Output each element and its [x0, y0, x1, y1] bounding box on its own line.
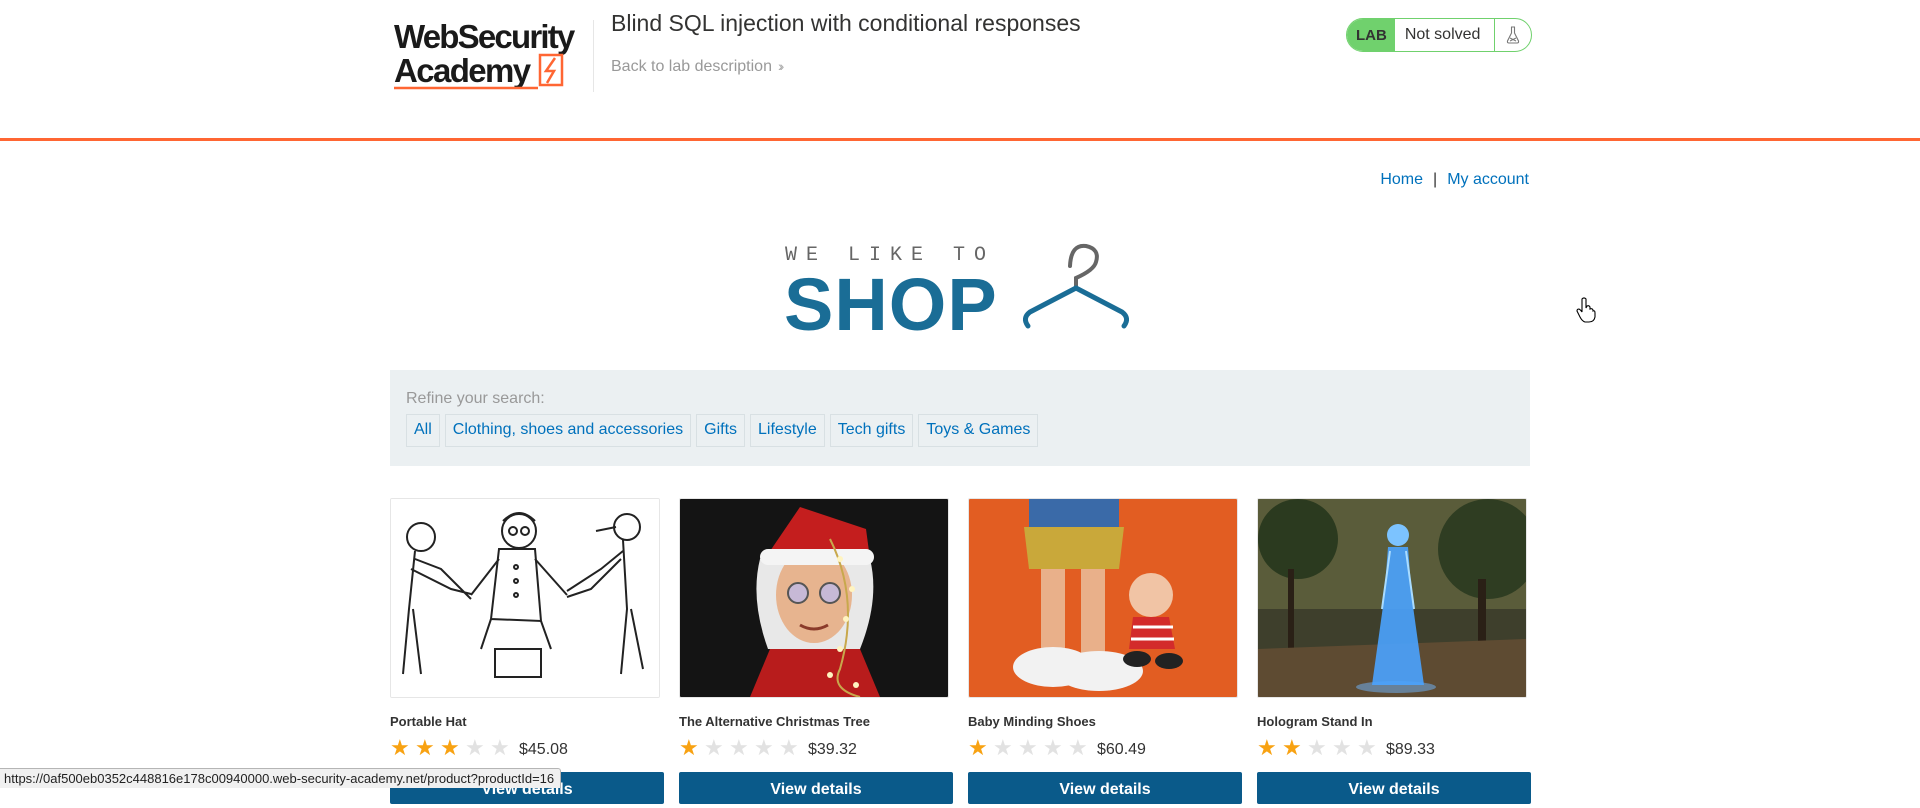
product-card: Portable Hat ★ ★ ★ ★ ★ $45.08 View detai… — [390, 498, 664, 804]
back-link-label: Back to lab description — [611, 58, 772, 75]
academy-header: WebSecurity Academy Blind SQL injection … — [0, 0, 1920, 141]
star-icon: ★ — [779, 735, 799, 760]
product-price: $60.49 — [1097, 741, 1146, 758]
product-name: Baby Minding Shoes — [968, 714, 1096, 729]
category-clothing[interactable]: Clothing, shoes and accessories — [444, 414, 692, 447]
hand-pointer-cursor-icon — [1576, 297, 1596, 323]
lab-status-widget: LAB Not solved — [1346, 18, 1532, 52]
account-nav: Home | My account — [1380, 171, 1529, 189]
product-rating: ★ ★ ★ ★ ★ $39.32 — [679, 737, 949, 759]
star-icon: ★ — [1282, 735, 1302, 760]
star-icon: ★ — [1068, 735, 1088, 760]
category-filter-list: All Clothing, shoes and accessories Gift… — [406, 414, 1039, 447]
filter-label: Refine your search: — [406, 390, 545, 407]
product-name: Hologram Stand In — [1257, 714, 1373, 729]
star-icon: ★ — [1043, 735, 1063, 760]
star-icon: ★ — [729, 735, 749, 760]
svg-text:WebSecurity: WebSecurity — [394, 18, 576, 55]
product-image[interactable] — [1257, 498, 1527, 698]
product-card: The Alternative Christmas Tree ★ ★ ★ ★ ★… — [679, 498, 953, 804]
view-details-button[interactable]: View details — [1257, 772, 1531, 804]
product-image[interactable] — [390, 498, 660, 698]
star-icon: ★ — [465, 735, 485, 760]
product-name: Portable Hat — [390, 714, 467, 729]
category-gifts[interactable]: Gifts — [696, 414, 746, 447]
category-toys-games[interactable]: Toys & Games — [918, 414, 1039, 447]
view-details-button[interactable]: View details — [968, 772, 1242, 804]
star-icon: ★ — [679, 735, 699, 760]
category-tech-gifts[interactable]: Tech gifts — [829, 414, 914, 447]
star-icon: ★ — [968, 735, 988, 760]
search-filter-panel: Refine your search: All Clothing, shoes … — [390, 370, 1530, 466]
product-name: The Alternative Christmas Tree — [679, 714, 870, 729]
product-rating: ★ ★ ★ ★ ★ $45.08 — [390, 737, 660, 759]
double-chevron-right-icon: ›› — [777, 58, 785, 74]
lab-title: Blind SQL injection with conditional res… — [611, 10, 1081, 36]
svg-text:Academy: Academy — [394, 52, 532, 89]
star-icon: ★ — [415, 735, 435, 760]
star-icon: ★ — [490, 735, 510, 760]
star-icon: ★ — [1357, 735, 1377, 760]
lab-badge: LAB — [1347, 19, 1395, 51]
lab-status-text: Not solved — [1404, 26, 1481, 43]
product-card: Baby Minding Shoes ★ ★ ★ ★ ★ $60.49 View… — [968, 498, 1242, 804]
star-icon: ★ — [1307, 735, 1327, 760]
product-rating: ★ ★ ★ ★ ★ $89.33 — [1257, 737, 1527, 759]
my-account-link[interactable]: My account — [1447, 171, 1529, 188]
web-security-academy-logo[interactable]: WebSecurity Academy — [392, 14, 592, 90]
star-icon: ★ — [1018, 735, 1038, 760]
star-icon: ★ — [440, 735, 460, 760]
flask-icon[interactable] — [1494, 19, 1531, 51]
category-lifestyle[interactable]: Lifestyle — [750, 414, 825, 447]
nav-separator: | — [1433, 171, 1438, 188]
hanger-icon — [1022, 243, 1130, 329]
star-icon: ★ — [754, 735, 774, 760]
home-link[interactable]: Home — [1380, 171, 1423, 188]
category-all[interactable]: All — [406, 414, 440, 447]
product-image[interactable] — [679, 498, 949, 698]
view-details-button[interactable]: View details — [679, 772, 953, 804]
status-bar-url: https://0af500eb0352c448816e178c00940000… — [0, 768, 562, 788]
product-price: $89.33 — [1386, 741, 1435, 758]
star-icon: ★ — [390, 735, 410, 760]
star-icon: ★ — [1257, 735, 1277, 760]
star-icon: ★ — [1332, 735, 1352, 760]
product-price: $39.32 — [808, 741, 857, 758]
shop-logo-word: SHOP — [784, 263, 998, 334]
product-price: $45.08 — [519, 741, 568, 758]
star-icon: ★ — [993, 735, 1013, 760]
product-image[interactable] — [968, 498, 1238, 698]
product-card: Hologram Stand In ★ ★ ★ ★ ★ $89.33 View … — [1257, 498, 1531, 804]
we-like-to-shop-logo: WE LIKE TO SHOP — [784, 243, 1130, 334]
star-icon: ★ — [704, 735, 724, 760]
header-divider — [593, 20, 594, 92]
product-rating: ★ ★ ★ ★ ★ $60.49 — [968, 737, 1238, 759]
back-to-lab-description-link[interactable]: Back to lab description ›› — [611, 58, 785, 76]
